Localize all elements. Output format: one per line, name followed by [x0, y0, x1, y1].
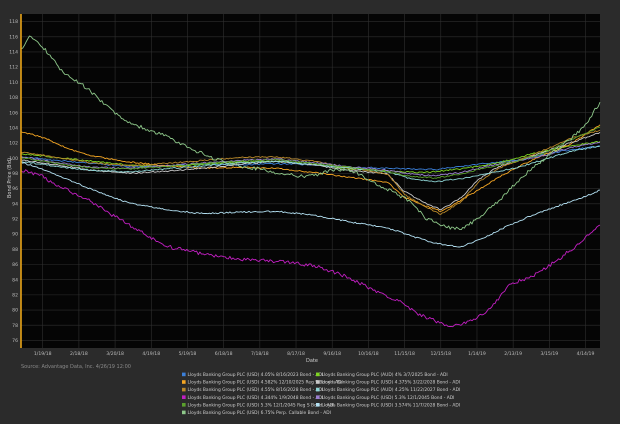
y-tick-label: 98 — [12, 171, 18, 177]
y-tick-label: 114 — [9, 50, 18, 56]
x-tick-label: 9/16/18 — [323, 351, 341, 357]
legend-swatch — [182, 395, 186, 399]
x-tick-label: 3/15/19 — [540, 351, 558, 357]
legend-label: Lloyds Banking Group PLC (USD) 4.05% 8/1… — [188, 372, 324, 378]
y-tick-label: 118 — [9, 19, 18, 25]
y-tick-label: 112 — [9, 65, 18, 71]
legend-swatch — [182, 372, 186, 377]
x-tick-label: 3/20/18 — [106, 351, 124, 357]
y-tick-label: 78 — [12, 323, 18, 329]
y-tick-label: 86 — [12, 262, 18, 268]
x-tick-label: 2/13/19 — [504, 351, 522, 357]
y-tick-label: 104 — [9, 125, 18, 131]
y-tick-label: 116 — [9, 34, 18, 40]
source-note: Source: Advantage Data, Inc. 4/26/19 12:… — [21, 364, 131, 370]
x-tick-label: 7/18/18 — [251, 351, 269, 357]
x-tick-label: 10/16/18 — [358, 351, 379, 357]
y-tick-label: 92 — [12, 217, 18, 223]
y-tick-label: 76 — [12, 338, 18, 344]
y-tick-label: 84 — [12, 277, 18, 283]
y-tick-label: 96 — [12, 186, 18, 192]
legend-label: Lloyds Banking Group PLC (AUD) 4% 3/7/20… — [322, 372, 448, 378]
y-tick-label: 106 — [9, 110, 18, 116]
legend-label: Lloyds Banking Group PLC (USD) 5.3% 12/1… — [188, 402, 335, 408]
y-tick-label: 108 — [9, 95, 18, 101]
y-tick-label: 82 — [12, 292, 18, 298]
legend-swatch — [316, 387, 320, 392]
legend-label: Lloyds Banking Group PLC (USD) 6.75% Per… — [188, 410, 331, 416]
x-tick-label: 4/14/19 — [577, 351, 595, 357]
legend-swatch — [182, 410, 186, 415]
legend-swatch — [182, 403, 186, 407]
y-tick-label: 94 — [12, 201, 18, 207]
x-axis-label: Date — [306, 358, 318, 364]
y-tick-label: 80 — [12, 308, 18, 314]
x-tick-label: 1/19/18 — [34, 351, 52, 357]
legend-label: Lloyds Banking Group PLC (AUD) 4.25% 11/… — [322, 387, 461, 393]
legend-swatch — [316, 395, 320, 399]
legend-label: Lloyds Banking Group PLC (USD) 4.344% 1/… — [188, 395, 324, 401]
legend-swatch — [182, 387, 186, 392]
x-tick-label: 2/18/18 — [70, 351, 88, 357]
legend-swatch — [316, 372, 320, 377]
y-tick-label: 110 — [9, 80, 18, 86]
y-tick-label: 90 — [12, 232, 18, 238]
x-tick-label: 6/18/18 — [215, 351, 233, 357]
legend-swatch — [316, 380, 320, 384]
x-tick-label: 8/17/18 — [287, 351, 305, 357]
chart: 76 78 80 82 84 86 88 90 92 94 96 98 100 102 104 106 108 1… — [0, 0, 620, 420]
legend-label: Lloyds Banking Group PLC (USD) 5.3% 12/1… — [322, 395, 455, 401]
legend-label: Lloyds Banking Group PLC (USD) 4.375% 3/… — [322, 380, 461, 386]
legend-label: Lloyds Banking Group PLC (USD) 4.55% 8/1… — [188, 387, 324, 393]
y-axis-label: Bond Price (Bid) — [7, 158, 13, 198]
x-tick-label: 4/19/18 — [142, 351, 160, 357]
legend-label: Lloyds Banking Group PLC (USD) 3.574% 11… — [322, 402, 461, 408]
y-tick-label: 102 — [9, 141, 18, 147]
legend-swatch — [182, 380, 186, 384]
chart-svg: 7678808284868890929496981001021041061081… — [0, 0, 620, 420]
legend-swatch — [316, 403, 320, 407]
x-tick-label: 11/15/18 — [394, 351, 415, 357]
y-tick-label: 88 — [12, 247, 18, 253]
x-tick-label: 1/14/19 — [468, 351, 486, 357]
x-tick-label: 5/19/18 — [179, 351, 197, 357]
x-tick-label: 12/15/18 — [430, 351, 451, 357]
